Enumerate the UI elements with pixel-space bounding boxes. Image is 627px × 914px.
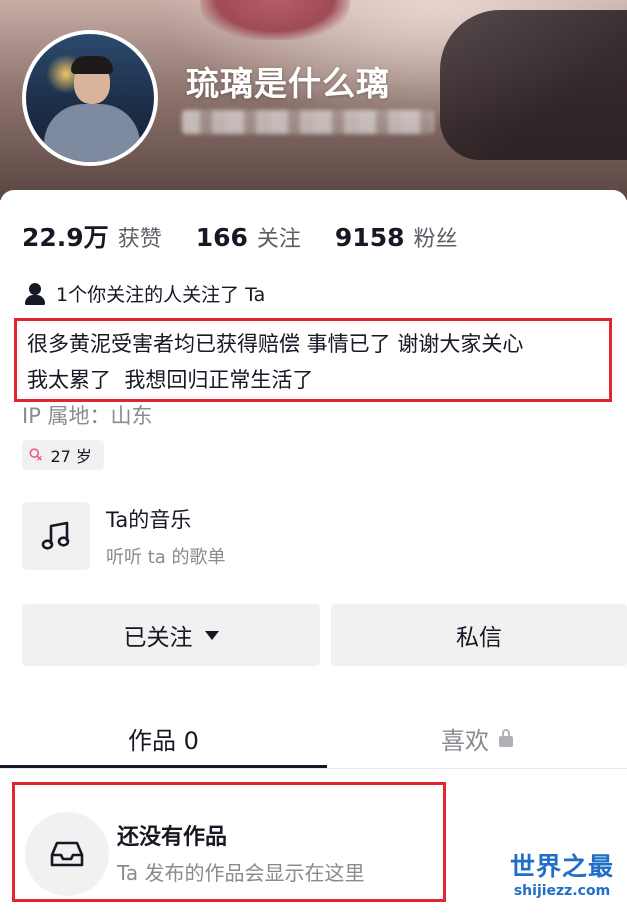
profile-tabs: 作品 0 喜欢 — [0, 708, 627, 770]
lock-icon — [499, 729, 513, 747]
age-text: 27 岁 — [50, 447, 92, 466]
stat-value: 166 — [195, 223, 248, 252]
tab-label: 喜欢 — [441, 726, 489, 755]
tab-label: 作品 0 — [128, 726, 199, 755]
watermark-url: shijiezz.com — [513, 883, 611, 899]
site-watermark: 世界之最 shijiezz.com — [500, 852, 624, 900]
age-tag: ♀ 27 岁 — [22, 440, 104, 470]
person-icon — [24, 282, 46, 306]
tab-works[interactable]: 作品 0 — [0, 708, 327, 768]
bio-highlight-box: 很多黄泥受害者均已获得赔偿 事情已了 谢谢大家关心 我太累了 我想回归正常生活了 — [14, 318, 612, 402]
caret-down-icon — [204, 630, 219, 640]
stat-label: 关注 — [256, 227, 301, 252]
ip-location: IP 属地：山东 — [22, 404, 153, 428]
music-title: Ta的音乐 — [106, 507, 192, 532]
music-note-icon — [22, 502, 90, 570]
bio-text: 很多黄泥受害者均已获得赔偿 事情已了 谢谢大家关心 我太累了 我想回归正常生活了 — [27, 326, 523, 398]
female-icon: ♀ — [24, 443, 48, 467]
music-entry[interactable]: Ta的音乐 听听 ta 的歌单 — [22, 502, 226, 570]
stat-value: 22.9万 — [22, 223, 109, 252]
empty-state-title: 还没有作品 — [117, 825, 228, 850]
stat-value: 9158 — [334, 223, 405, 252]
followed-button[interactable]: 已关注 — [22, 604, 320, 666]
tab-likes[interactable]: 喜欢 — [327, 708, 627, 768]
avatar-figure — [71, 56, 113, 74]
stat-likes[interactable]: 22.9万 获赞 — [22, 218, 162, 254]
profile-username: 琉璃是什么璃 — [186, 64, 390, 103]
stat-label: 获赞 — [117, 227, 162, 252]
inbox-icon — [25, 812, 109, 896]
mutual-follow-row[interactable]: 1个你关注的人关注了 Ta — [24, 280, 265, 307]
profile-stats: 22.9万 获赞 166 关注 9158 粉丝 — [22, 218, 492, 254]
stat-following[interactable]: 166 关注 — [196, 221, 301, 253]
message-button[interactable]: 私信 — [331, 604, 627, 666]
profile-sheet: 22.9万 获赞 166 关注 9158 粉丝 1个你关注的人关注了 Ta 很多… — [0, 190, 627, 914]
banner-photo-detail — [440, 10, 627, 160]
avatar-figure — [44, 104, 140, 162]
stat-label: 粉丝 — [413, 227, 458, 252]
stat-followers[interactable]: 9158 粉丝 — [335, 221, 458, 253]
empty-state-description: Ta 发布的作品会显示在这里 — [117, 861, 365, 885]
mutual-follow-text: 1个你关注的人关注了 Ta — [56, 284, 266, 306]
bio-line: 我太累了 我想回归正常生活了 — [27, 368, 314, 392]
divider — [0, 768, 627, 769]
avatar[interactable] — [22, 30, 158, 166]
watermark-title: 世界之最 — [509, 852, 614, 881]
blurred-user-id — [182, 110, 434, 134]
banner-photo-detail — [200, 0, 350, 40]
music-subtitle: 听听 ta 的歌单 — [106, 546, 226, 568]
followed-button-label: 已关注 — [123, 625, 193, 651]
bio-line: 很多黄泥受害者均已获得赔偿 事情已了 谢谢大家关心 — [27, 332, 524, 356]
profile-header-banner: 琉璃是什么璃 — [0, 0, 627, 200]
empty-state-highlight-box: 还没有作品 Ta 发布的作品会显示在这里 — [12, 782, 446, 902]
message-button-label: 私信 — [456, 625, 502, 651]
